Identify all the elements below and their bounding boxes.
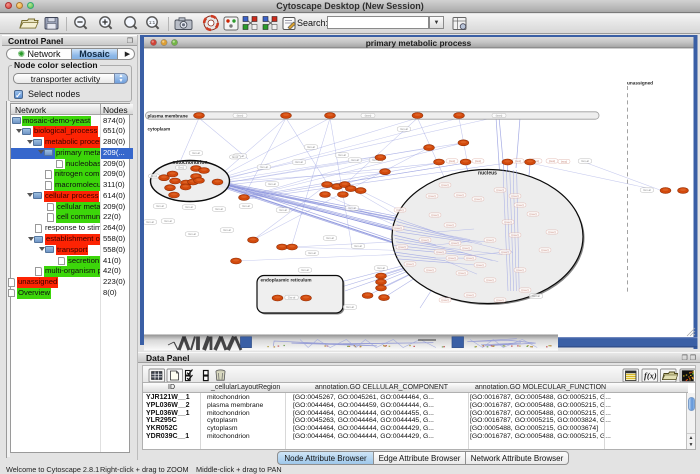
svg-text:Gm-al: Gm-al [156, 204, 164, 208]
svg-text:plasma membrane: plasma membrane [148, 113, 189, 118]
svg-text:Gm-al: Gm-al [351, 158, 359, 162]
svg-text:(nu-c): (nu-c) [496, 298, 503, 302]
svg-text:(nu-c): (nu-c) [474, 197, 481, 201]
svg-text:endoplasmic reticulum: endoplasmic reticulum [261, 278, 312, 283]
svg-text:Gm-al: Gm-al [164, 219, 172, 223]
svg-text:(nu-c): (nu-c) [406, 262, 413, 266]
svg-text:(tran): (tran) [237, 114, 244, 118]
svg-text:(nu-c): (nu-c) [398, 245, 405, 249]
svg-text:Gm-al: Gm-al [643, 188, 651, 192]
svg-text:(nu-c): (nu-c) [511, 233, 518, 237]
svg-text:Gm-al: Gm-al [338, 153, 346, 157]
svg-text:(nu-c): (nu-c) [446, 223, 453, 227]
svg-text:(nu-c): (nu-c) [516, 268, 523, 272]
svg-text:(nu-c): (nu-c) [486, 238, 493, 242]
svg-text:Gm-al: Gm-al [377, 266, 385, 270]
svg-text:Gm-al: Gm-al [242, 204, 250, 208]
svg-text:Gm-al: Gm-al [326, 236, 334, 240]
svg-text:Gm-al: Gm-al [185, 205, 193, 209]
svg-text:Gm-al: Gm-al [295, 160, 303, 164]
svg-text:Gm-al: Gm-al [223, 228, 231, 232]
svg-text:(nu-c): (nu-c) [466, 256, 473, 260]
svg-text:(nu-c): (nu-c) [441, 183, 448, 187]
svg-text:Gm-al: Gm-al [354, 244, 362, 248]
svg-text:Gm-al: Gm-al [532, 294, 540, 298]
svg-text:(nu-c): (nu-c) [441, 298, 448, 302]
svg-text:(nu-c): (nu-c) [501, 250, 508, 254]
svg-text:Gm-al: Gm-al [308, 251, 316, 255]
svg-text:Gm-al: Gm-al [188, 232, 196, 236]
svg-text:(nuc): (nuc) [475, 159, 481, 163]
svg-text:Gm-al: Gm-al [301, 268, 309, 272]
svg-text:Gm1: Gm1 [151, 174, 158, 178]
svg-text:Gm-al: Gm-al [279, 208, 287, 212]
svg-text:Gm-al: Gm-al [348, 206, 356, 210]
svg-text:1:1: 1:1 [149, 20, 156, 25]
svg-text:(nu-c): (nu-c) [458, 271, 465, 275]
svg-text:(nuc): (nuc) [515, 159, 521, 163]
svg-text:(nu-c): (nu-c) [486, 278, 493, 282]
svg-text:(nu-c): (nu-c) [504, 220, 511, 224]
svg-text:Gm-al: Gm-al [215, 207, 223, 211]
svg-text:(nuc): (nuc) [549, 159, 555, 163]
svg-text:nucleus: nucleus [478, 171, 497, 177]
svg-text:(tran): (tran) [496, 114, 503, 118]
svg-text:Gm-al: Gm-al [192, 151, 200, 155]
svg-text:(nu-c): (nu-c) [436, 250, 443, 254]
svg-text:(nu-c): (nu-c) [394, 226, 401, 230]
svg-text:(nuc): (nuc) [561, 160, 567, 164]
svg-text:(nu-c): (nu-c) [548, 230, 555, 234]
svg-text:Gm-al: Gm-al [581, 159, 589, 163]
svg-text:(nu-c): (nu-c) [496, 188, 503, 192]
svg-text:(nu-c): (nu-c) [426, 268, 433, 272]
svg-text:Gm-al: Gm-al [268, 182, 276, 186]
svg-text:(nu-c): (nu-c) [466, 293, 473, 297]
svg-text:(nu-c): (nu-c) [396, 208, 403, 212]
svg-text:Gm-al: Gm-al [400, 127, 408, 131]
svg-text:(nu-c): (nu-c) [451, 241, 458, 245]
svg-text:(nu-c): (nu-c) [516, 203, 523, 207]
svg-text:(nuc): (nuc) [449, 159, 455, 163]
svg-text:unassigned: unassigned [627, 81, 653, 86]
svg-text:(nu-c): (nu-c) [431, 213, 438, 217]
svg-text:(nu-c): (nu-c) [529, 212, 536, 216]
svg-text:cytoplasm: cytoplasm [148, 127, 171, 132]
svg-text:f(x): f(x) [644, 371, 657, 381]
svg-text:(tran): (tran) [365, 114, 372, 118]
svg-text:Gm1: Gm1 [178, 166, 185, 170]
svg-text:(nu-c): (nu-c) [421, 238, 428, 242]
svg-text:(nu-c): (nu-c) [521, 288, 528, 292]
svg-text:Gm1: Gm1 [232, 155, 239, 159]
svg-text:(nu-c): (nu-c) [456, 193, 463, 197]
svg-text:(nu-c): (nu-c) [448, 256, 455, 260]
svg-text:(nu-c): (nu-c) [428, 194, 435, 198]
svg-text:(nu-c): (nu-c) [462, 246, 469, 250]
svg-text:Gm-al: Gm-al [146, 220, 154, 224]
svg-text:Gm-al: Gm-al [346, 305, 354, 309]
svg-text:(nu-c): (nu-c) [541, 248, 548, 252]
svg-text:Gm-al: Gm-al [288, 296, 296, 300]
svg-text:(nu-c): (nu-c) [476, 263, 483, 267]
svg-text:primary metabolic process: primary metabolic process [366, 38, 472, 48]
svg-text:(nu-c): (nu-c) [511, 194, 518, 198]
svg-text:Gm-al: Gm-al [307, 145, 315, 149]
svg-text:Gm-al: Gm-al [260, 165, 268, 169]
